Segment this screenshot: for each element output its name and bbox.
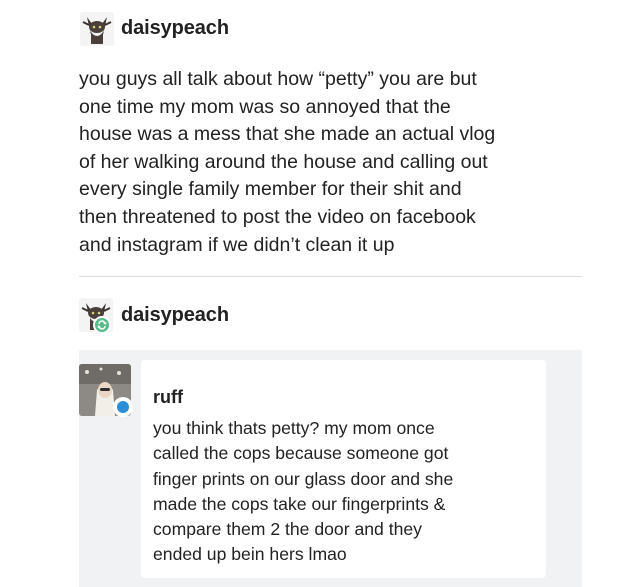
reblog-icon	[93, 316, 111, 334]
post-body-line: house was a mess that she made an actual…	[79, 123, 496, 146]
quoted-post-card: ruff you think thats petty? my mom once …	[141, 360, 546, 578]
quoted-body-line: called the cops because someone got	[153, 443, 449, 464]
quoted-body-line: you think thats petty? my mom once	[153, 418, 435, 438]
post-body-line: every single family member for their shi…	[79, 178, 462, 201]
post-body-line: and instagram if we didn’t clean it up	[79, 233, 395, 256]
divider	[79, 276, 582, 277]
original-post: daisypeach you guys all talk about how “…	[0, 0, 640, 280]
reblog-header: daisypeach	[0, 280, 640, 350]
post-body-line: you guys all talk about how “petty” you …	[79, 68, 477, 90]
quoted-username[interactable]: ruff	[153, 387, 183, 408]
quoted-post-area: ruff you think thats petty? my mom once …	[79, 350, 582, 587]
post-body-line: then threatened to post the video on fac…	[79, 205, 476, 228]
cat-avatar-icon[interactable]	[80, 12, 114, 46]
quoted-body-line: ended up bein hers lmao	[153, 544, 347, 565]
post-body-line: one time my mom was so annoyed that the	[79, 95, 451, 118]
reblog-username[interactable]: daisypeach	[121, 304, 229, 327]
post-body: you guys all talk about how “petty” you …	[79, 66, 579, 259]
quoted-body-line: finger prints on our glass door and she	[153, 468, 454, 489]
online-dot-icon	[113, 397, 133, 417]
quoted-body: you think thats petty? my mom once calle…	[153, 416, 543, 568]
post-body-line: of her walking around the house and call…	[79, 150, 488, 173]
post-username[interactable]: daisypeach	[121, 17, 229, 40]
quoted-body-line: made the cops take our fingerprints &	[153, 493, 446, 514]
quoted-body-line: compare them 2 the door and they	[153, 519, 422, 540]
